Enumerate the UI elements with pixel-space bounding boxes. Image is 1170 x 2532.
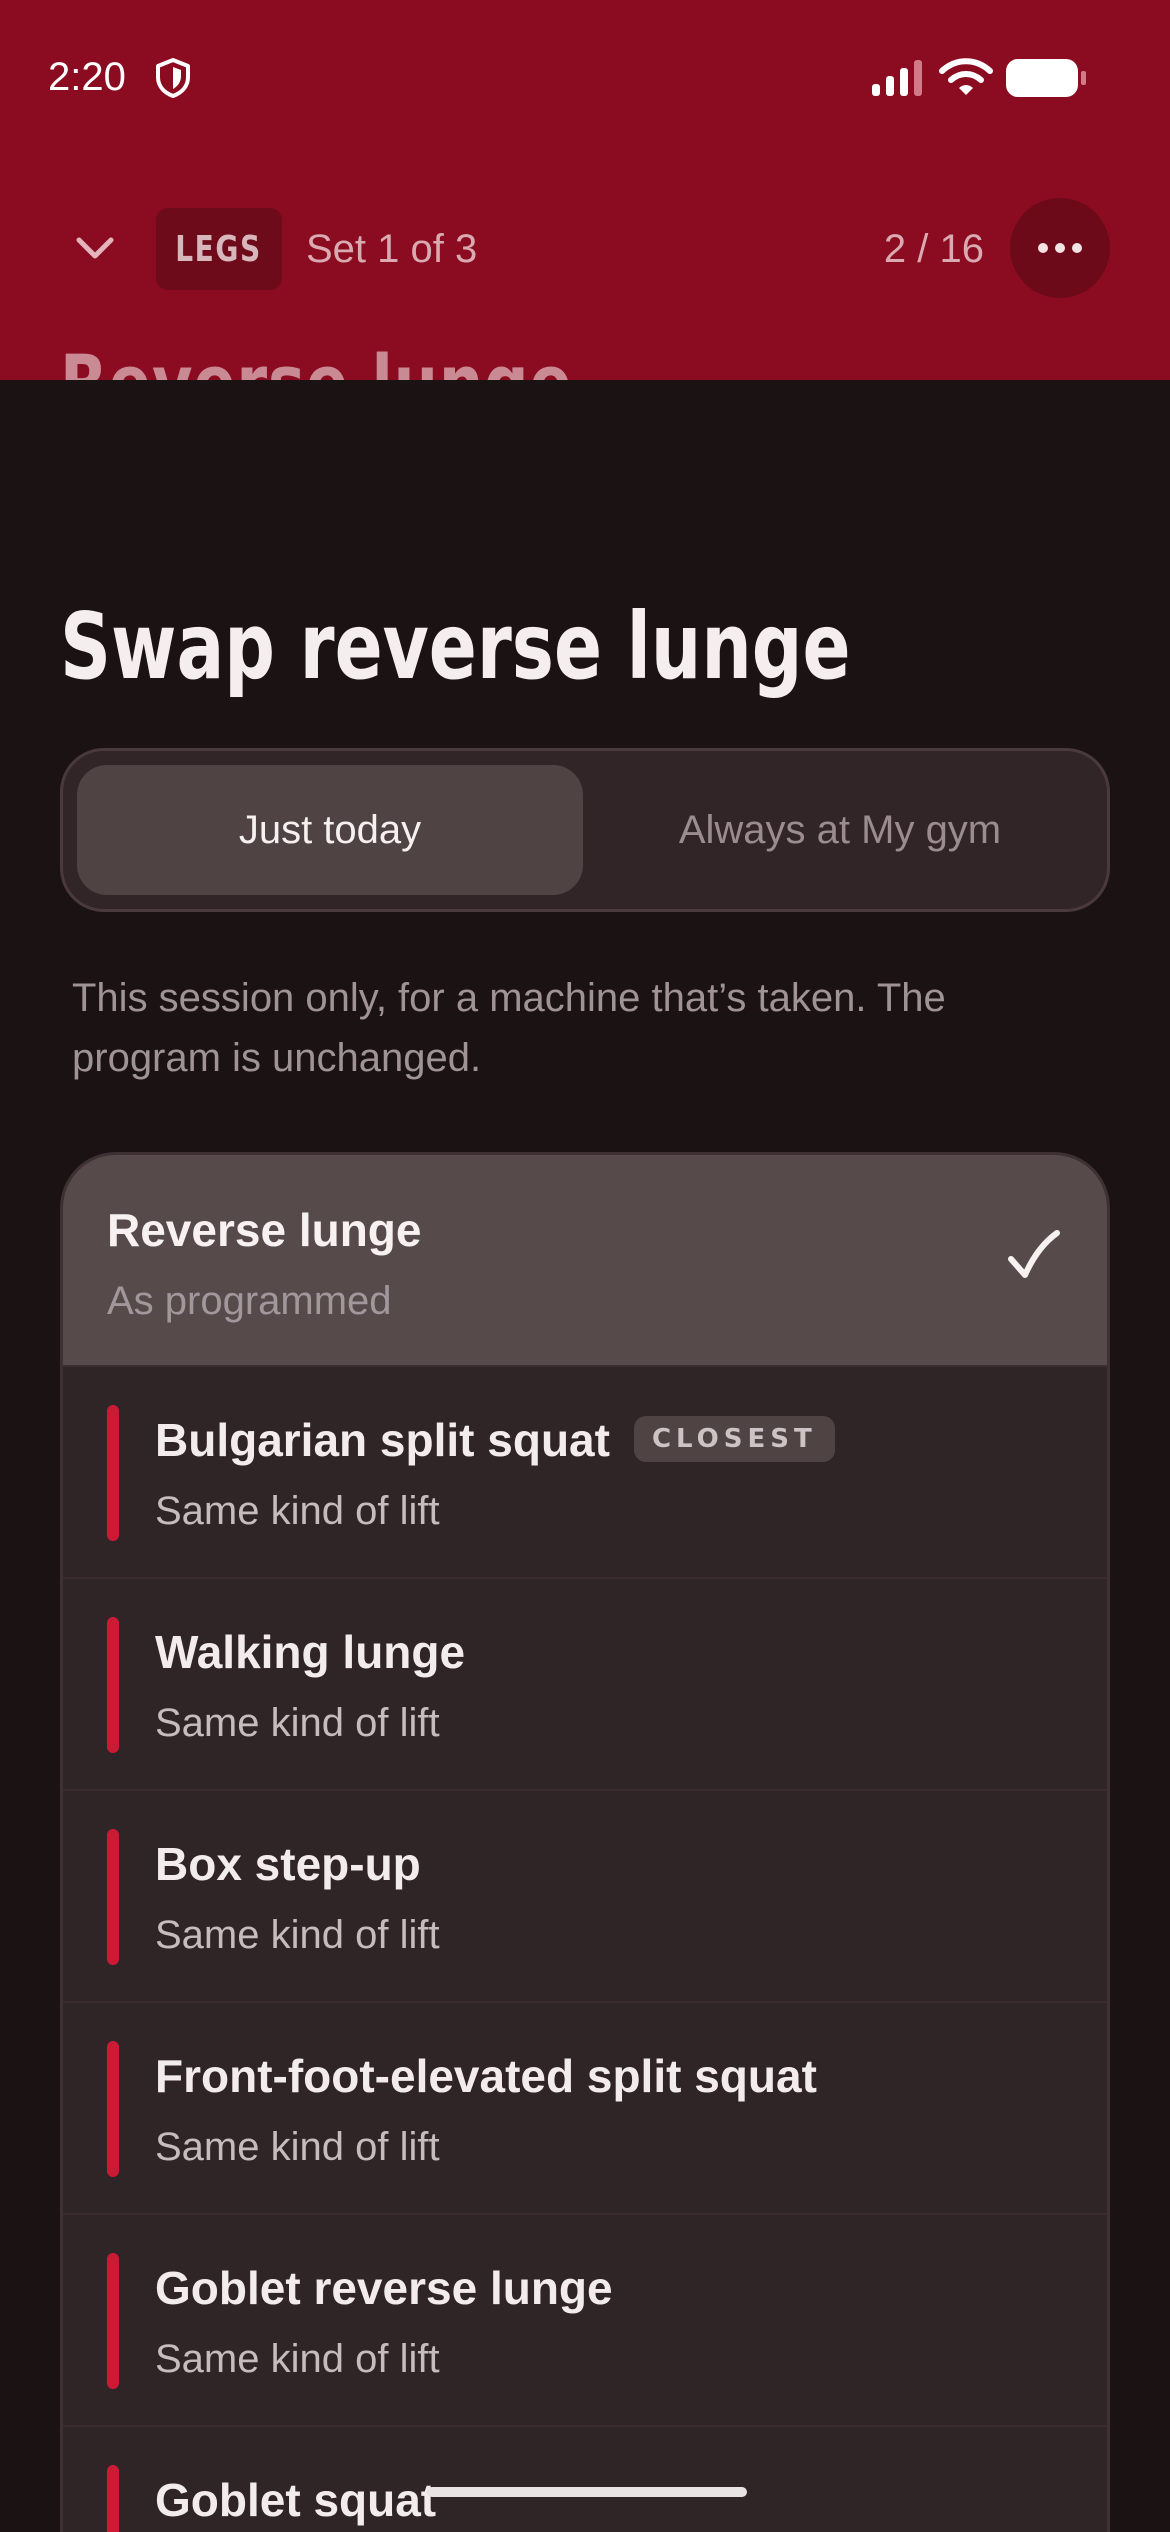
- option-subtitle: Same kind of lift: [155, 1913, 440, 1957]
- option-name: Goblet squat: [155, 2474, 437, 2526]
- option-subtitle: Same kind of lift: [155, 2337, 440, 2381]
- option-name: Box step-up: [155, 1838, 421, 1890]
- category-badge: LEGS: [156, 208, 282, 290]
- accent-bar: [107, 2253, 119, 2389]
- option-subtitle: Same kind of lift: [155, 1701, 440, 1745]
- alternative-option[interactable]: Goblet reverse lunge Same kind of lift: [63, 2215, 1107, 2427]
- home-indicator[interactable]: [427, 2487, 747, 2497]
- segment-just-today[interactable]: Just today: [77, 765, 583, 895]
- swap-sheet: Swap reverse lunge Just today Always at …: [0, 380, 1170, 2532]
- accent-bar: [107, 1829, 119, 1965]
- more-horizontal-icon: [1038, 243, 1082, 253]
- alternative-option[interactable]: Goblet squat: [63, 2427, 1107, 2532]
- shield-icon: [156, 58, 190, 98]
- option-name: Bulgarian split squat: [155, 1414, 610, 1466]
- alternative-option[interactable]: Front-foot-elevated split squat Same kin…: [63, 2003, 1107, 2215]
- option-subtitle: As programmed: [107, 1279, 392, 1323]
- option-subtitle: Same kind of lift: [155, 1489, 440, 1533]
- accent-bar: [107, 1405, 119, 1541]
- alternative-option[interactable]: Bulgarian split squat CLOSEST Same kind o…: [63, 1367, 1107, 1579]
- current-exercise-option[interactable]: Reverse lunge As programmed: [63, 1155, 1107, 1367]
- option-name-wrapper: Bulgarian split squat CLOSEST: [155, 1413, 835, 1467]
- set-label: Set 1 of 3: [306, 227, 478, 271]
- accent-bar: [107, 2465, 119, 2532]
- option-name: Reverse lunge: [107, 1204, 422, 1256]
- alternative-option[interactable]: Walking lunge Same kind of lift: [63, 1579, 1107, 1791]
- collapse-button[interactable]: [62, 220, 128, 276]
- exercise-options-list: Reverse lunge As programmed Bulgarian sp…: [60, 1152, 1110, 2532]
- accent-bar: [107, 1617, 119, 1753]
- option-name: Goblet reverse lunge: [155, 2262, 613, 2314]
- wifi-icon: [939, 58, 993, 95]
- swap-scope-selector: Just today Always at My gym: [60, 748, 1110, 912]
- alternative-option[interactable]: Box step-up Same kind of lift: [63, 1791, 1107, 2003]
- cellular-signal-icon: [872, 60, 922, 96]
- scope-description: This session only, for a machine that’s …: [72, 976, 946, 1080]
- exercise-title: Reverse lunge: [60, 338, 573, 380]
- checkmark-icon: [1008, 1230, 1060, 1278]
- battery-icon: [1006, 59, 1086, 97]
- option-name: Front-foot-elevated split squat: [155, 2050, 817, 2102]
- accent-bar: [107, 2041, 119, 2177]
- status-time: 2:20: [48, 55, 126, 99]
- option-subtitle: Same kind of lift: [155, 2125, 440, 2169]
- segment-always-at-gym[interactable]: Always at My gym: [587, 765, 1093, 895]
- chevron-down-icon: [76, 237, 114, 259]
- exercise-progress: 2 / 16: [883, 227, 984, 271]
- more-options-button[interactable]: [1010, 198, 1110, 298]
- screen: 2:20 LEGS Set 1 of 3 2 / 16 Swap reverse…: [0, 0, 1170, 2532]
- option-name: Walking lunge: [155, 1626, 466, 1678]
- sheet-title: Swap reverse lunge: [60, 593, 851, 700]
- workout-header: 2:20 LEGS Set 1 of 3 2 / 16: [0, 0, 1170, 380]
- category-badge-label: LEGS: [175, 228, 263, 270]
- closest-badge: CLOSEST: [633, 1415, 835, 1462]
